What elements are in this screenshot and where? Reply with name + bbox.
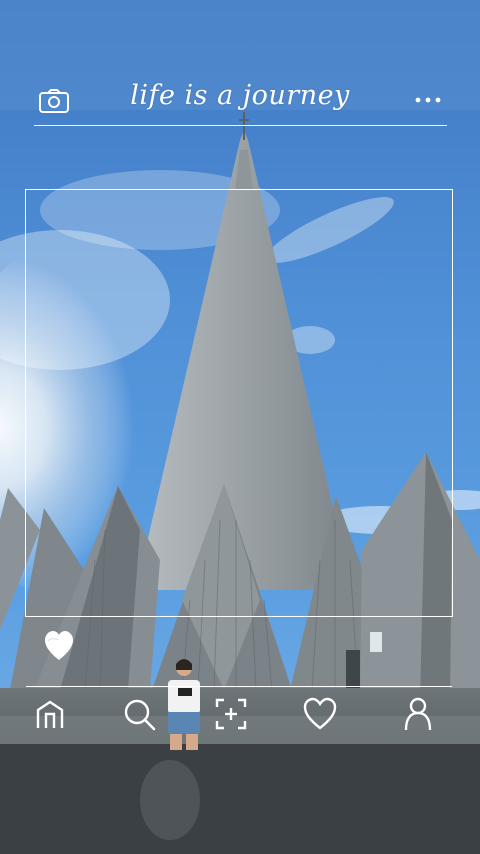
- photo-frame: [25, 189, 453, 617]
- top-bar: life is a journey: [0, 70, 480, 130]
- bottom-nav: [0, 696, 480, 740]
- heart-icon[interactable]: [44, 628, 74, 664]
- home-icon[interactable]: [32, 696, 68, 732]
- heart-icon[interactable]: [302, 696, 338, 732]
- bottom-divider: [26, 686, 452, 687]
- page-title: life is a journey: [130, 80, 350, 111]
- search-icon[interactable]: [121, 696, 157, 732]
- add-icon[interactable]: [213, 696, 249, 732]
- more-icon[interactable]: [412, 92, 444, 108]
- profile-icon[interactable]: [400, 696, 436, 732]
- top-divider: [34, 125, 447, 126]
